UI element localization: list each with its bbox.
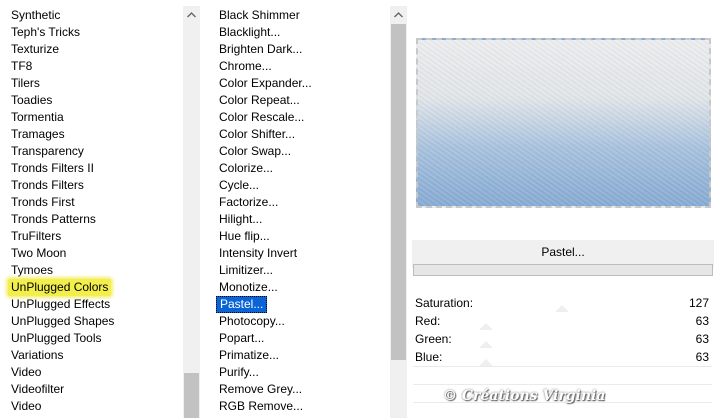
list-item[interactable]: UnPlugged Effects (8, 296, 113, 313)
list-item[interactable]: Toadies (8, 92, 55, 109)
list-item[interactable]: Monotize... (216, 279, 281, 296)
param-red[interactable]: Red: 63 (413, 313, 712, 330)
list-item[interactable]: Tymoes (8, 262, 56, 279)
list-item[interactable]: Synthetic (8, 7, 63, 24)
list-item[interactable]: Black Shimmer (216, 7, 303, 24)
slider-thumb-icon[interactable] (479, 359, 493, 366)
list-item[interactable]: Color Rescale... (216, 109, 307, 126)
list-item[interactable]: Video (8, 398, 44, 415)
list-item[interactable]: UnPlugged Tools (8, 330, 105, 347)
list-item[interactable]: Popart... (216, 330, 267, 347)
slider-thumb-icon[interactable] (479, 341, 493, 348)
list-item[interactable]: TF8 (8, 58, 35, 75)
list-item[interactable]: Two Moon (8, 245, 69, 262)
list-item[interactable]: Brighten Dark... (216, 41, 305, 58)
list-item[interactable]: Remove Grey... (216, 381, 305, 398)
param-value: 63 (695, 332, 709, 346)
slider-thumb-icon[interactable] (555, 305, 569, 312)
param-green[interactable]: Green: 63 (413, 331, 712, 348)
filter-scrollbar-thumb[interactable] (391, 24, 406, 360)
category-scrollbar-thumb[interactable] (184, 373, 199, 418)
list-item[interactable]: Chrome... (216, 58, 275, 75)
param-label: Saturation: (415, 296, 474, 310)
list-item[interactable]: Purify... (216, 364, 262, 381)
param-label: Green: (415, 332, 452, 346)
list-item[interactable]: Video (8, 364, 44, 381)
watermark: © Créations Virginia (443, 388, 606, 404)
list-item[interactable]: Color Shifter... (216, 126, 298, 143)
list-item[interactable]: RGB Remove... (216, 398, 306, 415)
list-item[interactable]: Blacklight... (216, 24, 283, 41)
filter-progress-bar (413, 264, 713, 276)
list-item[interactable]: TruFilters (8, 228, 64, 245)
param-value: 127 (688, 296, 709, 310)
list-item[interactable]: Intensity Invert (216, 245, 300, 262)
list-item[interactable]: Tronds Patterns (8, 211, 99, 228)
list-item[interactable]: Color Swap... (216, 143, 294, 160)
list-item[interactable]: Transparency (8, 143, 87, 160)
param-value: 63 (695, 350, 709, 364)
list-item[interactable]: Texturize (8, 41, 62, 58)
list-item[interactable]: Colorize... (216, 160, 276, 177)
scroll-up-icon[interactable] (183, 6, 200, 23)
list-item[interactable]: Photocopy... (216, 313, 288, 330)
list-item[interactable]: Color Repeat... (216, 92, 303, 109)
list-item[interactable]: Factorize... (216, 194, 281, 211)
param-label: Blue: (415, 350, 443, 364)
list-item[interactable]: Pastel... (216, 296, 268, 313)
param-blue[interactable]: Blue: 63 (413, 349, 712, 366)
list-item[interactable]: Hue flip... (216, 228, 273, 245)
list-item[interactable]: Variations (8, 347, 66, 364)
list-item[interactable]: Hilight... (216, 211, 265, 228)
list-item[interactable]: Tramages (8, 126, 68, 143)
list-item[interactable]: Color Expander... (216, 75, 315, 92)
list-item[interactable]: Cycle... (216, 177, 262, 194)
category-scrollbar[interactable] (183, 6, 200, 418)
list-item[interactable]: Tronds Filters II (8, 160, 97, 177)
slider-thumb-icon[interactable] (479, 323, 493, 330)
list-item[interactable]: Primatize... (216, 347, 282, 364)
preview-image (416, 38, 711, 208)
category-list[interactable]: Synthetic Teph's Tricks Texturize TF8 Tilers… (0, 0, 201, 418)
filter-scrollbar[interactable] (390, 6, 407, 418)
list-item[interactable]: Tronds Filters (8, 177, 87, 194)
filter-list[interactable]: Black Shimmer Blacklight... Brighten Dark.… (209, 0, 407, 418)
list-item[interactable]: Teph's Tricks (8, 24, 83, 41)
slider-track (413, 366, 712, 367)
list-item[interactable]: Tronds First (8, 194, 78, 211)
list-item[interactable]: Limitizer... (216, 262, 276, 279)
list-item[interactable]: Tormentia (8, 109, 67, 126)
list-item[interactable]: Videofilter (8, 381, 67, 398)
param-label: Red: (415, 314, 441, 328)
slider-track (413, 384, 712, 385)
list-item[interactable]: UnPlugged Shapes (8, 313, 117, 330)
list-item[interactable]: Tilers (8, 75, 43, 92)
scroll-up-icon[interactable] (390, 6, 407, 23)
list-item[interactable]: UnPlugged Colors (8, 279, 112, 296)
param-value: 63 (695, 314, 709, 328)
